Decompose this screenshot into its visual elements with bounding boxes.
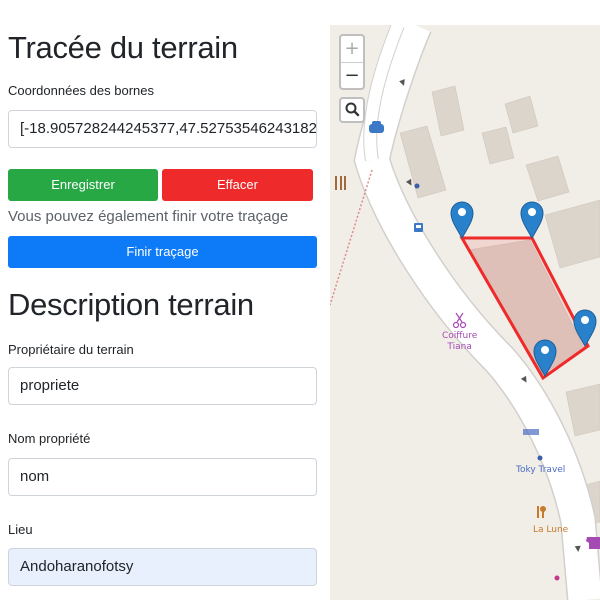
marker-2[interactable]: [520, 201, 544, 239]
zoom-control: + −: [339, 34, 365, 90]
marker-1[interactable]: [450, 201, 474, 239]
owner-label: Propriétaire du terrain: [8, 342, 134, 357]
clear-button[interactable]: Effacer: [162, 169, 313, 201]
place-label: Lieu: [8, 522, 33, 537]
save-button[interactable]: Enregistrer: [8, 169, 158, 201]
magnifier-icon: [345, 102, 360, 117]
building: [565, 383, 600, 437]
map-tiles: [330, 25, 600, 600]
poi-label-la-lune: La Lune: [533, 525, 569, 535]
trace-title: Tracée du terrain: [8, 30, 238, 65]
form-panel: Tracée du terrain Coordonnées des bornes…: [0, 0, 328, 600]
footpath: [330, 169, 373, 306]
poi-label-coiffure: Coiffure Tiana: [442, 331, 478, 352]
zoom-in-button[interactable]: +: [341, 36, 363, 63]
map-view[interactable]: Coiffure Tiana Toky Travel La Lune: [330, 25, 600, 600]
building: [525, 155, 570, 202]
zoom-out-button[interactable]: −: [341, 63, 363, 89]
description-title: Description terrain: [8, 287, 254, 322]
poi-dot: [537, 455, 543, 461]
page: Tracée du terrain Coordonnées des bornes…: [0, 0, 600, 600]
search-button[interactable]: [339, 97, 365, 123]
building: [431, 85, 465, 137]
coords-input[interactable]: [-18.905728244245377,47.527535462431824]: [8, 110, 317, 148]
poi-dot: [414, 183, 420, 189]
building: [399, 125, 447, 199]
coords-label: Coordonnées des bornes: [8, 83, 154, 98]
restaurant-icon: [335, 176, 346, 190]
atm-icon: [523, 429, 539, 435]
finish-hint: Vous pouvez également finir votre traçag…: [8, 208, 289, 225]
finish-button[interactable]: Finir traçage: [8, 236, 317, 268]
building: [481, 126, 515, 165]
poi-dot: [554, 575, 560, 581]
building: [544, 199, 600, 269]
bus-stop-icon: [414, 223, 423, 232]
poi-label-toky-travel: Toky Travel: [516, 465, 566, 475]
place-input[interactable]: Andoharanofotsy: [8, 548, 317, 586]
la-lune-restaurant-icon: [537, 506, 546, 518]
property-name-input[interactable]: nom: [8, 458, 317, 496]
building: [504, 95, 539, 134]
owner-input[interactable]: propriete: [8, 367, 317, 405]
property-name-label: Nom propriété: [8, 431, 91, 446]
